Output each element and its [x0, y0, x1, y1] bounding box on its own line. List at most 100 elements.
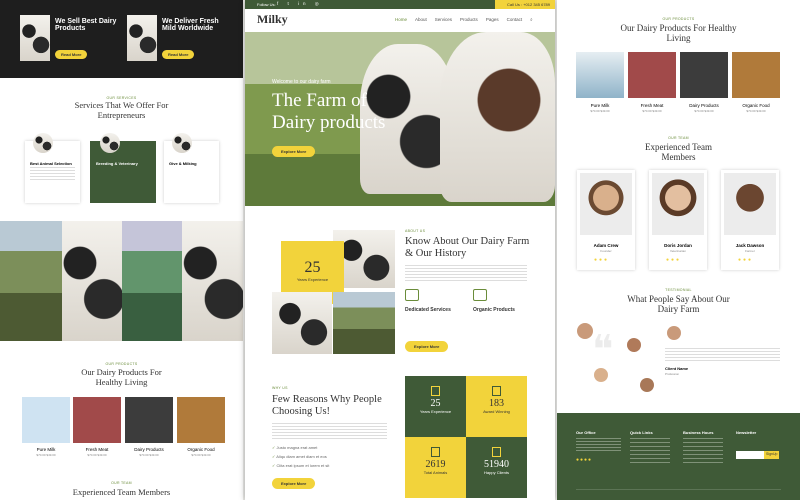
right-team-kicker: OUR TEAM: [668, 136, 689, 140]
promo-btn-2[interactable]: Read More: [162, 50, 195, 59]
right-product-img-2: [628, 52, 676, 98]
promo-image-1: [20, 15, 50, 61]
stat-label-1: Years Experience: [419, 409, 452, 414]
trophy-icon: [492, 386, 501, 396]
left-product-name-2[interactable]: Fresh Meat: [73, 447, 121, 452]
footer-col-links: Quick Links: [630, 430, 653, 435]
top-bar: Follow Us: f t in ◎ Call Us : +012 345 6…: [245, 0, 555, 9]
testimonial-client: Client Name: [665, 366, 689, 371]
stat-label-4: Happy Clients: [484, 470, 509, 475]
nav-home[interactable]: Home: [395, 17, 407, 22]
stat-num-2: 183: [489, 398, 504, 409]
footer-hours-list: [683, 438, 723, 466]
stat-label-3: Total Animals: [423, 470, 448, 475]
gallery-1: [0, 221, 62, 341]
newsletter-input[interactable]: [736, 451, 764, 459]
team-social-2[interactable]: ●●●: [666, 257, 681, 263]
service-name-2: Breeding & Veterinary: [96, 161, 138, 166]
footer-links-list[interactable]: [630, 438, 670, 466]
avatar: [577, 323, 593, 339]
gallery-3: [122, 221, 182, 341]
stat-num-4: 51940: [484, 459, 509, 470]
footer-lines: [576, 438, 621, 452]
footer-social[interactable]: ●●●●: [576, 457, 592, 463]
main-nav: Home About Services Products Pages Conta…: [395, 17, 533, 22]
right-product-img-3: [680, 52, 728, 98]
right-preview: OUR PRODUCTS Our Dairy Products For Heal…: [557, 0, 800, 500]
nav-contact[interactable]: Contact: [507, 17, 523, 22]
nav-services[interactable]: Services: [435, 17, 452, 22]
stat-num-3: 2619: [425, 459, 446, 470]
nav-pages[interactable]: Pages: [486, 17, 499, 22]
team-photo-2: [652, 173, 704, 235]
about-title: Know About Our Dairy Farm & Our History: [405, 236, 530, 260]
avatar: [640, 378, 654, 392]
site-logo[interactable]: Milky: [257, 12, 288, 27]
service-name-1: Best Animal Selection: [30, 161, 72, 166]
search-icon[interactable]: ⌕: [530, 17, 533, 22]
left-product-img-1: [22, 397, 70, 443]
check-text-3: Clita erat ipsum et lorem et sit: [276, 463, 330, 468]
left-team-title: Experienced Team Members: [72, 487, 171, 497]
service-avatar-3: [172, 133, 192, 153]
promo-image-2: [127, 15, 157, 61]
testimonial-title: What People Say About Our Dairy Farm: [627, 294, 730, 315]
right-product-img-1: [576, 52, 624, 98]
hero-cow-2: [440, 32, 555, 202]
right-product-name-4[interactable]: Organic Food: [732, 103, 780, 108]
about-img-2: [272, 292, 332, 354]
check-text-2: Aliqu diam amet diam et eos: [276, 454, 327, 459]
service-name-3: Give & Milking: [169, 161, 197, 166]
right-product-name-3[interactable]: Dairy Products: [680, 103, 728, 108]
stat-1: 25 Years Experience: [405, 376, 466, 437]
right-product-name-1[interactable]: Pure Milk: [576, 103, 624, 108]
stat-3: 2619 Total Animals: [405, 437, 466, 498]
left-product-name-1[interactable]: Pure Milk: [22, 447, 70, 452]
left-product-img-3: [125, 397, 173, 443]
right-product-name-2[interactable]: Fresh Meat: [628, 103, 676, 108]
team-card-3[interactable]: Jack Dawson Farmer ●●●: [721, 170, 779, 270]
team-social-1[interactable]: ●●●: [594, 257, 609, 263]
team-social-3[interactable]: ●●●: [738, 257, 753, 263]
users-icon: [492, 447, 501, 457]
testimonial-kicker: TESTIMONIAL: [665, 288, 692, 292]
stat-2: 183 Award Winning: [466, 376, 527, 437]
right-products-title: Our Dairy Products For Healthy Living: [620, 23, 737, 44]
gallery-2: [62, 221, 122, 341]
service-card-2[interactable]: Breeding & Veterinary: [90, 133, 156, 203]
right-team-title: Experienced Team Members: [645, 142, 712, 163]
left-product-name-4[interactable]: Organic Food: [177, 447, 225, 452]
team-name-2: Doris Jordan: [664, 243, 692, 248]
check-1: ✓ Justo magna erat amet: [272, 445, 317, 450]
hero-explore-button[interactable]: Explore More: [272, 146, 316, 157]
left-product-img-2: [73, 397, 121, 443]
team-card-2[interactable]: Doris Jordan Veterinarian ●●●: [649, 170, 707, 270]
promo-strip: We Sell Best Dairy Products Read More We…: [0, 0, 243, 78]
team-card-1[interactable]: Adam Crew Founder ●●●: [577, 170, 635, 270]
about-explore-button[interactable]: Explore More: [405, 341, 449, 352]
left-product-price-1: $70.00 $49.00: [36, 453, 56, 457]
newsletter-signup-button[interactable]: SignUp: [764, 451, 780, 459]
promo-btn-1[interactable]: Read More: [55, 50, 88, 59]
service-avatar-2: [100, 133, 120, 153]
reasons-explore-button[interactable]: Explore More: [272, 478, 316, 489]
stat-4: 51940 Happy Clients: [466, 437, 527, 498]
reasons-kicker: WHY US: [272, 386, 288, 390]
check-2: ✓ Aliqu diam amet diam et eos: [272, 454, 327, 459]
left-product-name-3[interactable]: Dairy Products: [125, 447, 173, 452]
left-preview: We Sell Best Dairy Products Read More We…: [0, 0, 243, 500]
footer-col-news: Newsletter: [736, 430, 757, 435]
service-card-1[interactable]: Best Animal Selection: [25, 133, 80, 203]
quote-icon: ❝: [592, 327, 614, 372]
nav-products[interactable]: Products: [460, 17, 478, 22]
testimonial-prof: Profession: [665, 372, 680, 376]
hero-section: Welcome to our dairy farm The Farm of Da…: [245, 32, 555, 206]
service-card-3[interactable]: Give & Milking: [164, 133, 219, 203]
call-label[interactable]: Call Us : +012 345 6789: [507, 2, 550, 7]
stat-label-2: Award Winning: [483, 409, 510, 414]
nav-about[interactable]: About: [415, 17, 427, 22]
social-icons[interactable]: f t in ◎: [277, 1, 323, 7]
right-products-kicker: OUR PRODUCTS: [662, 17, 695, 21]
left-product-img-4: [177, 397, 225, 443]
center-preview: Follow Us: f t in ◎ Call Us : +012 345 6…: [245, 0, 555, 500]
